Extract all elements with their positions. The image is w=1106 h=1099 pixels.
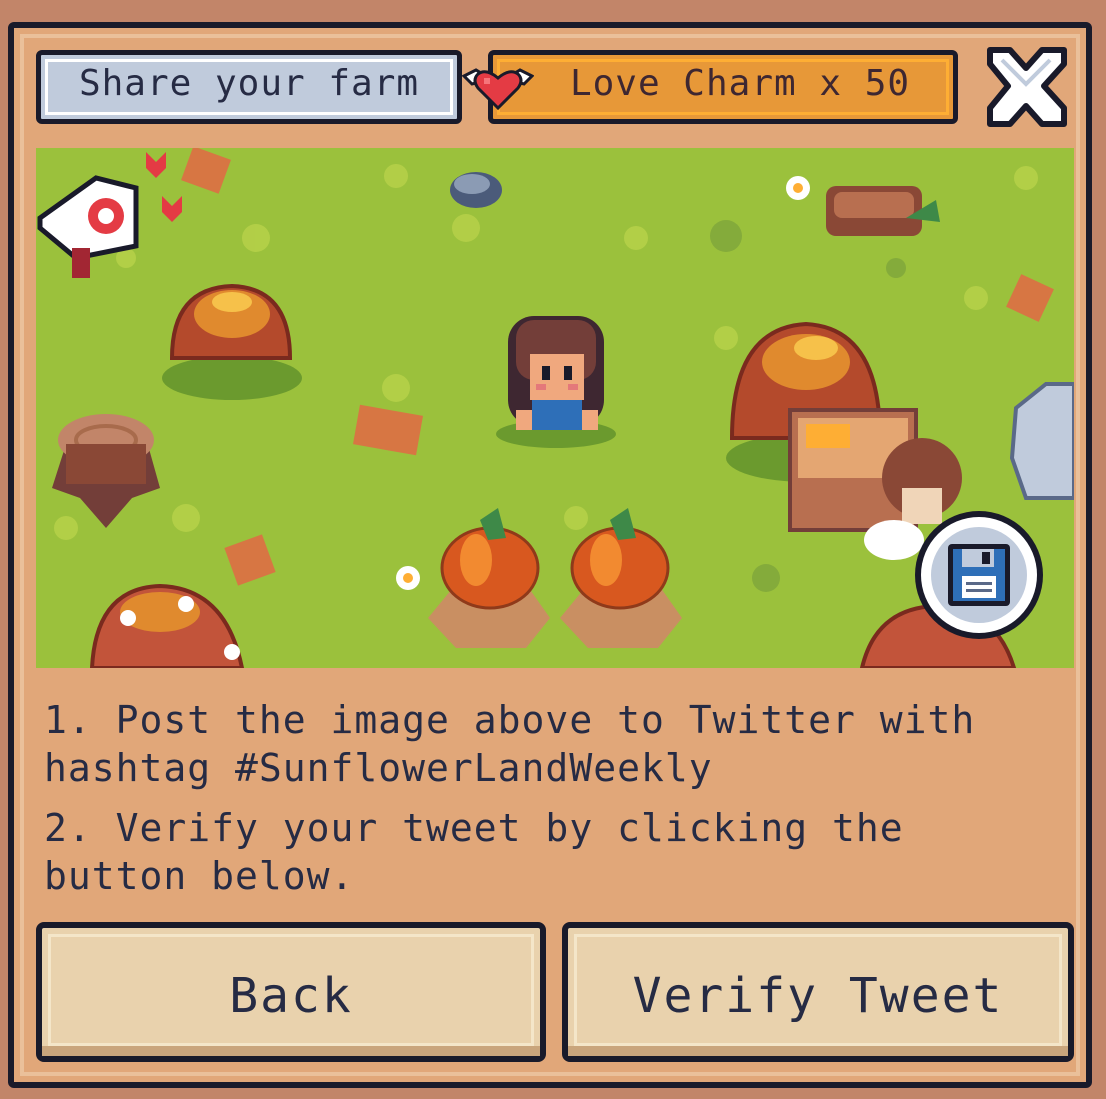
back-button-shadow — [42, 1046, 540, 1056]
winged-heart-icon — [462, 68, 534, 111]
flower-bush-bottom-left — [89, 583, 245, 668]
instruction-step1-line2: hashtag #SunflowerLandWeekly — [44, 746, 713, 790]
verify-tweet-button-label: Verify Tweet — [632, 968, 1004, 1024]
modal-title: Share your farm — [78, 63, 420, 104]
floppy-disk-icon[interactable] — [908, 504, 1050, 646]
verify-button-shadow — [568, 1046, 1068, 1056]
instruction-step2-line1: 2. Verify your tweet by clicking the — [44, 806, 904, 850]
boulder — [1009, 382, 1074, 500]
verify-tweet-button[interactable]: Verify Tweet — [562, 922, 1074, 1062]
back-button-label: Back — [229, 968, 353, 1024]
orange-bush-left — [162, 283, 302, 400]
farmer-character — [496, 316, 616, 448]
instruction-step2-line2: button below. — [44, 854, 355, 898]
close-icon[interactable] — [980, 42, 1072, 132]
back-button[interactable]: Back — [36, 922, 546, 1062]
instruction-step1-line1: 1. Post the image above to Twitter with — [44, 698, 976, 742]
reward-badge: Love Charm x 50 — [488, 50, 958, 124]
target-banner — [37, 152, 182, 278]
small-rock — [450, 172, 502, 208]
pumpkin-plot-1 — [428, 508, 550, 648]
title-label: Share your farm — [36, 50, 462, 124]
tree-stump — [52, 414, 160, 528]
log — [826, 186, 940, 236]
reward-text: Love Charm x 50 — [569, 63, 911, 104]
